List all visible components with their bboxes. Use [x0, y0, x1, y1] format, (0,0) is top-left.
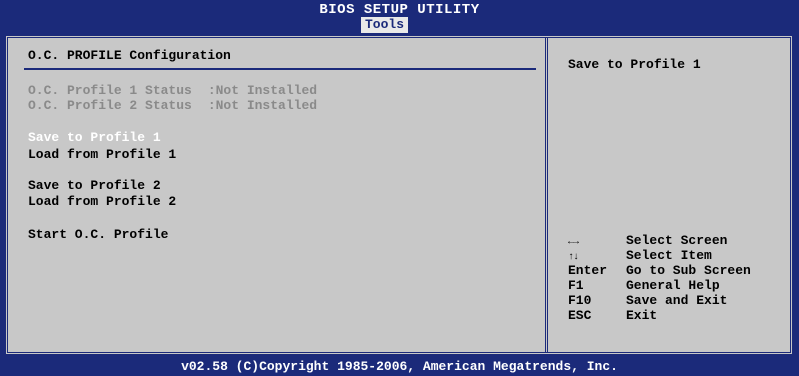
- status-value: :Not Installed: [207, 98, 318, 113]
- panel-divider: [545, 37, 548, 353]
- menu-item-save-profile-1[interactable]: Save to Profile 1: [28, 130, 161, 145]
- key-legend: ←→ Select Screen ↑↓ Select Item Enter Go to…: [568, 233, 751, 323]
- key-row: ESC Exit: [568, 308, 751, 323]
- menu-item-save-profile-2[interactable]: Save to Profile 2: [28, 178, 161, 193]
- key-row: F10 Save and Exit: [568, 293, 751, 308]
- key-enter: Enter: [568, 263, 608, 278]
- section-title: O.C. PROFILE Configuration: [28, 48, 231, 63]
- key-desc: Go to Sub Screen: [626, 263, 751, 278]
- app-title: BIOS SETUP UTILITY: [319, 2, 480, 18]
- key-f1: F1: [568, 278, 584, 293]
- key-desc: General Help: [626, 278, 720, 293]
- key-f10: F10: [568, 293, 592, 308]
- profile-2-status: O.C. Profile 2 Status :Not Installed: [28, 98, 317, 113]
- status-label: O.C. Profile 1 Status: [28, 83, 192, 98]
- section-title-underline: [24, 68, 536, 70]
- title-bar: BIOS SETUP UTILITY Tools: [0, 0, 799, 35]
- key-esc: ESC: [568, 308, 592, 323]
- key-row: F1 General Help: [568, 278, 751, 293]
- key-desc: Select Screen: [626, 233, 728, 248]
- key-desc: Save and Exit: [626, 293, 728, 308]
- menu-item-load-profile-2[interactable]: Load from Profile 2: [28, 194, 176, 209]
- key-row: ↑↓ Select Item: [568, 248, 751, 263]
- key-row: ←→ Select Screen: [568, 233, 751, 248]
- menu-item-load-profile-1[interactable]: Load from Profile 1: [28, 147, 176, 162]
- tab-tools[interactable]: Tools: [361, 17, 409, 33]
- key-desc: Select Item: [626, 248, 712, 263]
- key-row: Enter Go to Sub Screen: [568, 263, 751, 278]
- profile-1-status: O.C. Profile 1 Status :Not Installed: [28, 83, 317, 98]
- help-text: Save to Profile 1: [568, 57, 701, 72]
- status-label: O.C. Profile 2 Status: [28, 98, 192, 113]
- menu-item-start-oc-profile[interactable]: Start O.C. Profile: [28, 227, 168, 242]
- status-value: :Not Installed: [207, 83, 318, 98]
- footer-copyright: v02.58 (C)Copyright 1985-2006, American …: [181, 359, 618, 374]
- key-desc: Exit: [626, 308, 658, 323]
